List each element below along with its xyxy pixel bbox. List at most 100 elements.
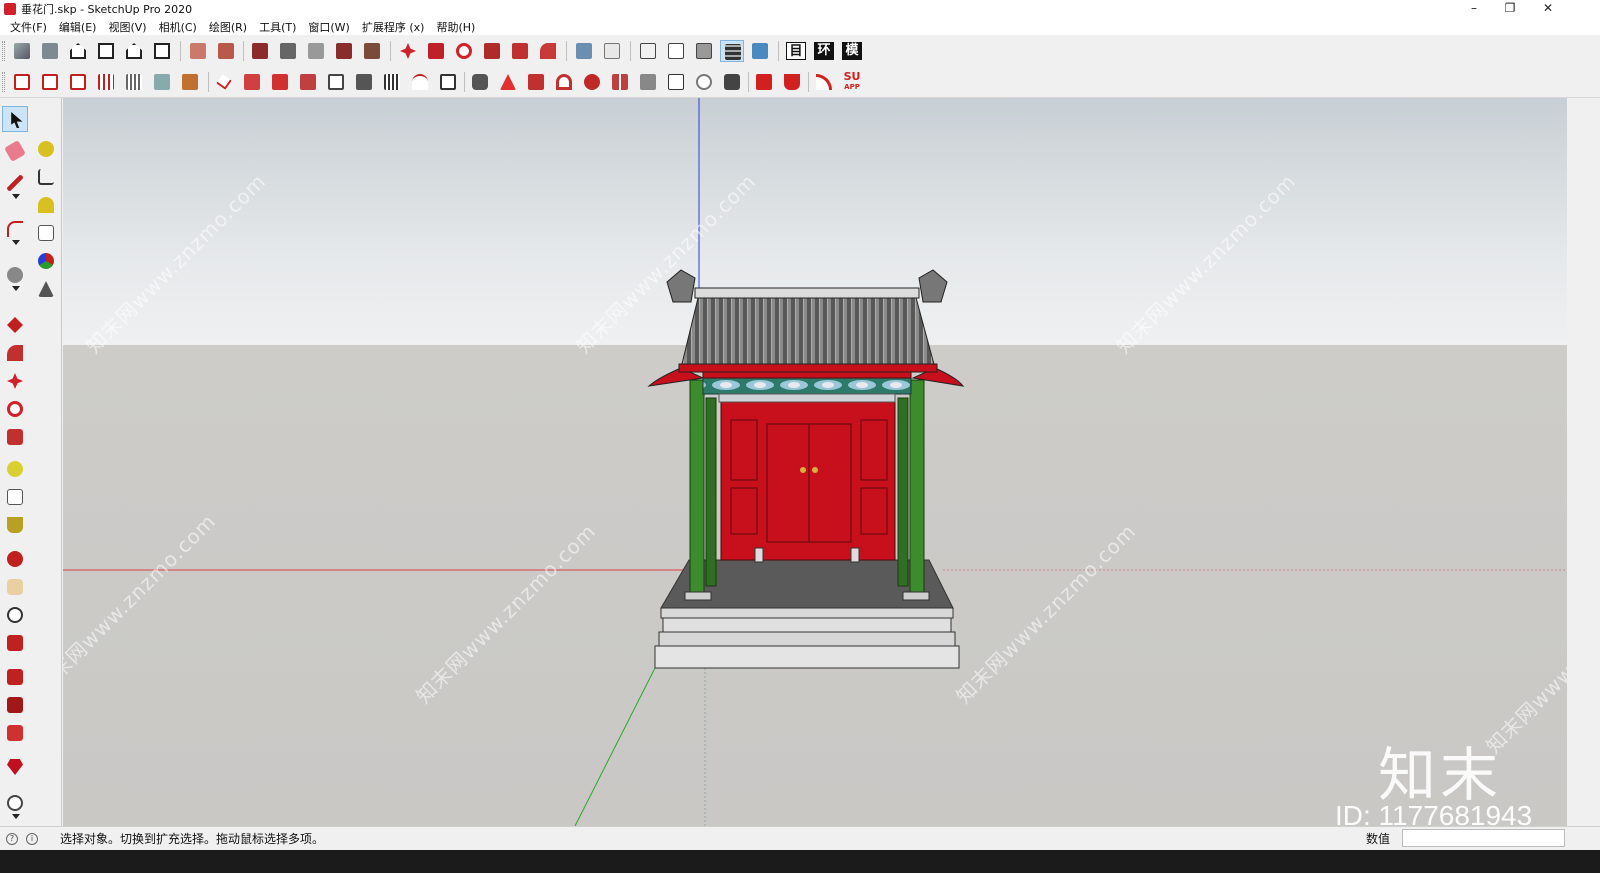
wireframe-button[interactable]	[636, 40, 660, 62]
menu-extensions[interactable]: 扩展程序 (x)	[356, 19, 431, 35]
paint-bucket-button[interactable]	[2, 512, 28, 538]
ext-tool-25-button[interactable]	[692, 71, 716, 93]
minimize-button[interactable]: –	[1456, 0, 1492, 18]
ext-tool-5-button[interactable]	[122, 71, 146, 93]
axes-tool-button[interactable]	[33, 248, 59, 274]
extension-warehouse-button[interactable]	[2, 692, 28, 718]
shape-tool-button[interactable]	[2, 262, 28, 291]
ext-tool-23-button[interactable]	[636, 71, 660, 93]
pan-tool-button[interactable]	[2, 574, 28, 600]
ext-tool-14-button[interactable]	[380, 71, 404, 93]
monochrome-button[interactable]	[748, 40, 772, 62]
section-plane-button[interactable]	[186, 40, 210, 62]
hidden-line-button[interactable]	[664, 40, 688, 62]
ext-tool-11-button[interactable]	[296, 71, 320, 93]
chevron-down-icon[interactable]	[12, 814, 20, 819]
ext-tool-19-button[interactable]	[524, 71, 548, 93]
shaded-button[interactable]	[692, 40, 716, 62]
sandbox-from-scratch-button[interactable]	[276, 40, 300, 62]
orbit-tool-button[interactable]	[2, 546, 28, 572]
offset-button[interactable]	[536, 40, 560, 62]
measurements-input[interactable]	[1402, 829, 1565, 847]
su-app-button[interactable]: SU APP	[840, 71, 864, 93]
toolbar-grip[interactable]	[2, 41, 5, 61]
ext-tool-27-button[interactable]	[752, 71, 776, 93]
extension-manager-button[interactable]	[2, 754, 28, 780]
menu-tools[interactable]: 工具(T)	[253, 19, 302, 35]
scale-button[interactable]	[508, 40, 532, 62]
toolbar-grip[interactable]	[2, 72, 5, 92]
menu-draw[interactable]: 绘图(R)	[203, 19, 253, 35]
top-view-button[interactable]	[38, 40, 62, 62]
move-tool-button[interactable]	[396, 40, 420, 62]
plugin-mu-button[interactable]: 目	[784, 40, 808, 62]
plugin-huan-button[interactable]: 环	[812, 40, 836, 62]
ext-tool-2-button[interactable]	[38, 71, 62, 93]
ext-tool-29-button[interactable]	[812, 71, 836, 93]
account-button[interactable]	[2, 790, 28, 819]
push-pull-button[interactable]	[424, 40, 448, 62]
line-tool-button[interactable]	[2, 170, 28, 199]
geo-location-icon[interactable]: ?	[6, 832, 18, 845]
ext-tool-28-button[interactable]	[780, 71, 804, 93]
menu-help[interactable]: 帮助(H)	[430, 19, 481, 35]
ext-tool-24-button[interactable]	[664, 71, 688, 93]
back-edges-button[interactable]	[600, 40, 624, 62]
eraser-tool-button[interactable]	[2, 138, 28, 164]
ext-tool-16-button[interactable]	[436, 71, 460, 93]
zoom-tool-button[interactable]	[2, 602, 28, 628]
display-section-button[interactable]	[214, 40, 238, 62]
iso-view-button[interactable]	[10, 40, 34, 62]
back-view-button[interactable]	[122, 40, 146, 62]
zoom-extents-button[interactable]	[2, 630, 28, 656]
tape-tool-button[interactable]	[33, 136, 59, 162]
chevron-down-icon[interactable]	[12, 286, 20, 291]
warehouse-button[interactable]	[2, 664, 28, 690]
right-view-button[interactable]	[94, 40, 118, 62]
ext-tool-7-button[interactable]	[178, 71, 202, 93]
push-pull-tool-button[interactable]	[2, 312, 28, 338]
sandbox-from-contours-button[interactable]	[248, 40, 272, 62]
ext-tool-8-button[interactable]	[212, 71, 236, 93]
restore-button[interactable]: ❐	[1492, 0, 1528, 18]
label-tool-button[interactable]	[33, 220, 59, 246]
close-button[interactable]: ✕	[1530, 0, 1566, 18]
ext-tool-17-button[interactable]	[468, 71, 492, 93]
ext-tool-6-button[interactable]	[150, 71, 174, 93]
offset-tool-button[interactable]	[2, 340, 28, 366]
menu-window[interactable]: 窗口(W)	[302, 19, 355, 35]
dimension-tool-button[interactable]	[33, 164, 59, 190]
menu-edit[interactable]: 编辑(E)	[53, 19, 103, 35]
ext-tool-3-button[interactable]	[66, 71, 90, 93]
ext-tool-21-button[interactable]	[580, 71, 604, 93]
ext-tool-4-button[interactable]	[94, 71, 118, 93]
rotate-tool-button[interactable]	[2, 396, 28, 422]
tape-measure-button[interactable]	[2, 456, 28, 482]
arc-tool-button[interactable]	[2, 216, 28, 245]
shaded-with-textures-button[interactable]	[720, 40, 744, 62]
credits-icon[interactable]: i	[26, 832, 38, 845]
plugin-mo-button[interactable]: 模	[840, 40, 864, 62]
ext-tool-9-button[interactable]	[240, 71, 264, 93]
ext-tool-15-button[interactable]	[408, 71, 432, 93]
scale-tool-button[interactable]	[2, 424, 28, 450]
chevron-down-icon[interactable]	[12, 240, 20, 245]
rotate-button[interactable]	[452, 40, 476, 62]
ext-tool-22-button[interactable]	[608, 71, 632, 93]
text-tool-button[interactable]	[2, 484, 28, 510]
menu-camera[interactable]: 相机(C)	[153, 19, 203, 35]
stamp-button[interactable]	[332, 40, 356, 62]
ext-tool-12-button[interactable]	[324, 71, 348, 93]
send-to-layout-button[interactable]	[2, 720, 28, 746]
follow-me-button[interactable]	[480, 40, 504, 62]
chevron-down-icon[interactable]	[12, 194, 20, 199]
menu-view[interactable]: 视图(V)	[102, 19, 152, 35]
left-view-button[interactable]	[150, 40, 174, 62]
xray-button[interactable]	[572, 40, 596, 62]
ext-tool-26-button[interactable]	[720, 71, 744, 93]
drape-button[interactable]	[360, 40, 384, 62]
select-tool-button[interactable]	[2, 106, 28, 132]
protractor-button[interactable]	[33, 192, 59, 218]
front-view-button[interactable]	[66, 40, 90, 62]
ext-tool-1-button[interactable]	[10, 71, 34, 93]
